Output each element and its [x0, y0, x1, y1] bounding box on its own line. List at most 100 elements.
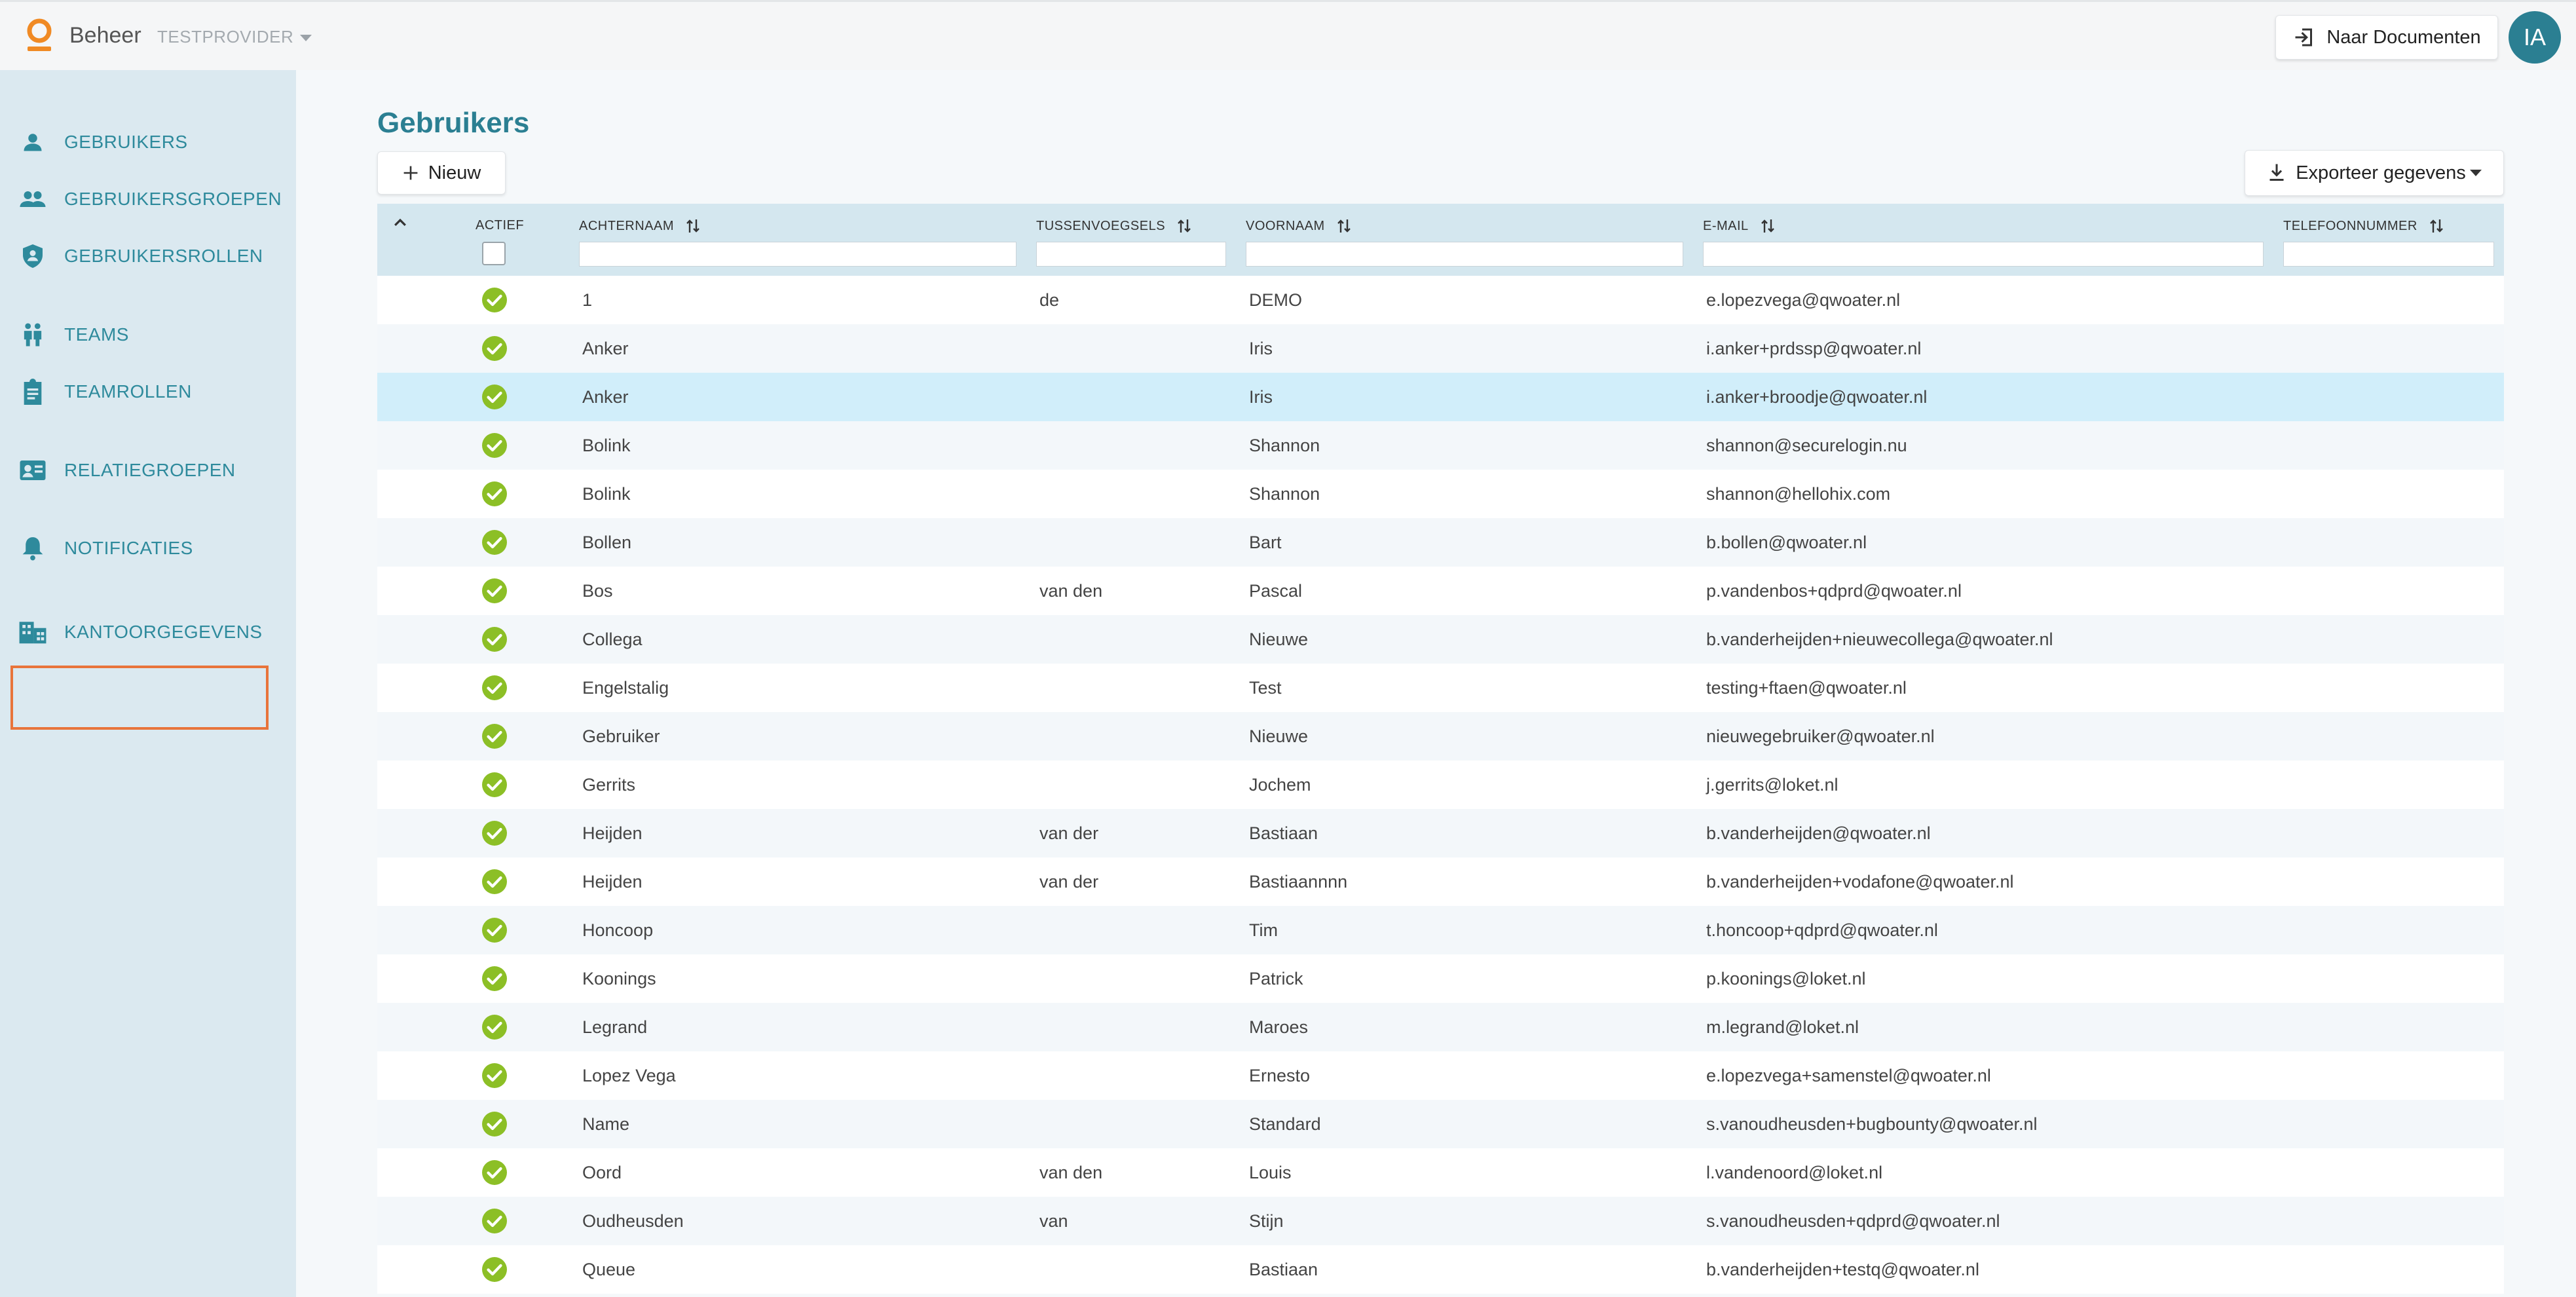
achternaam-filter-input[interactable]: [579, 242, 1017, 267]
cell-tussenvoegsels: de: [1039, 290, 1060, 310]
table-row[interactable]: Gerrits Jochem j.gerrits@loket.nl: [377, 761, 2504, 809]
active-check-icon: [482, 675, 507, 700]
cell-email: nieuwegebruiker@qwoater.nl: [1706, 726, 1935, 746]
table-row[interactable]: Bos van den Pascal p.vandenbos+qdprd@qwoate…: [377, 567, 2504, 615]
table-row[interactable]: Gebruiker Nieuwe nieuwegebruiker@qwoater.n…: [377, 712, 2504, 761]
table-row[interactable]: Heijden van der Bastiaan b.vanderheijden@qw…: [377, 809, 2504, 857]
cell-voornaam: Bastiaan: [1249, 1259, 1318, 1279]
active-check-icon: [482, 1063, 507, 1088]
naar-documenten-button[interactable]: Naar Documenten: [2275, 15, 2498, 60]
active-check-icon: [482, 578, 507, 603]
table-row[interactable]: 1 de DEMO e.lopezvega@qwoater.nl: [377, 276, 2504, 324]
column-telefoonnummer[interactable]: TELEFOONNUMMER: [2283, 218, 2444, 234]
export-button[interactable]: Exporteer gegevens: [2245, 150, 2504, 196]
avatar[interactable]: IA: [2509, 11, 2561, 64]
new-button[interactable]: Nieuw: [377, 151, 506, 195]
sidebar-item-gebruikersgroepen[interactable]: GEBRUIKERSGROEPEN: [0, 179, 296, 219]
table-row[interactable]: Lopez Vega Ernesto e.lopezvega+samenstel@q…: [377, 1051, 2504, 1100]
collapse-chevron-up-icon[interactable]: [392, 214, 409, 231]
cell-voornaam: Patrick: [1249, 968, 1303, 988]
cell-achternaam: Engelstalig: [582, 677, 669, 698]
team-icon: [18, 320, 47, 349]
table-row[interactable]: Honcoop Tim t.honcoop+qdprd@qwoater.nl: [377, 906, 2504, 954]
cell-email: b.vanderheijden+nieuwecollega@qwoater.nl: [1706, 629, 2053, 649]
column-title: TELEFOONNUMMER: [2283, 218, 2417, 233]
column-title: ACTIEF: [476, 218, 525, 233]
tussenvoegsels-filter-input[interactable]: [1036, 242, 1226, 267]
provider-dropdown[interactable]: TESTPROVIDER: [157, 27, 312, 47]
column-achternaam[interactable]: ACHTERNAAM: [579, 218, 700, 234]
cell-email: e.lopezvega+samenstel@qwoater.nl: [1706, 1065, 1991, 1085]
cell-voornaam: Standard: [1249, 1114, 1321, 1134]
sidebar-item-teams[interactable]: TEAMS: [0, 315, 296, 354]
sidebar-item-relatiegroepen[interactable]: RELATIEGROEPEN: [0, 451, 296, 490]
cell-voornaam: Jochem: [1249, 774, 1311, 795]
cell-email: s.vanoudheusden+bugbounty@qwoater.nl: [1706, 1114, 2038, 1134]
sort-icon: [2429, 219, 2443, 233]
sidebar-item-label: RELATIEGROEPEN: [64, 460, 236, 480]
sidebar-item-gebruikersrollen[interactable]: GEBRUIKERSROLLEN: [0, 236, 296, 276]
table-row[interactable]: Oord van den Louis l.vandenoord@loket.nl: [377, 1148, 2504, 1197]
active-check-icon: [482, 1209, 507, 1233]
chevron-down-icon: [300, 35, 312, 42]
email-filter-input[interactable]: [1703, 242, 2264, 267]
cell-voornaam: Pascal: [1249, 580, 1303, 601]
table-row[interactable]: Oudheusden van Stijn s.vanoudheusden+qdprd@…: [377, 1197, 2504, 1245]
column-title: VOORNAAM: [1246, 218, 1325, 233]
user-icon: [18, 128, 47, 157]
cell-email: shannon@securelogin.nu: [1706, 435, 1907, 455]
cell-email: j.gerrits@loket.nl: [1706, 774, 1839, 795]
active-check-icon: [482, 1160, 507, 1185]
sidebar-item-label: TEAMROLLEN: [64, 381, 192, 402]
cell-tussenvoegsels: van den: [1039, 1162, 1103, 1182]
app-title: Beheer: [69, 23, 141, 48]
table-row[interactable]: Collega Nieuwe b.vanderheijden+nieuwecolle…: [377, 615, 2504, 664]
cell-email: i.anker+broodje@qwoater.nl: [1706, 386, 1928, 407]
column-actief[interactable]: ACTIEF: [476, 218, 524, 233]
table-row[interactable]: Anker Iris i.anker+prdssp@qwoater.nl: [377, 324, 2504, 373]
table-body: 1 de DEMO e.lopezvega@qwoater.nl Anker Iris i.…: [377, 276, 2504, 1294]
export-button-label: Exporteer gegevens: [2296, 162, 2466, 183]
column-title: ACHTERNAAM: [579, 218, 675, 233]
cell-voornaam: Nieuwe: [1249, 726, 1309, 746]
table-row[interactable]: Heijden van der Bastiaannnn b.vanderheijden…: [377, 857, 2504, 906]
cell-voornaam: DEMO: [1249, 290, 1302, 310]
cell-achternaam: Collega: [582, 629, 643, 649]
table-row[interactable]: Legrand Maroes m.legrand@loket.nl: [377, 1003, 2504, 1051]
column-tussenvoegsels[interactable]: TUSSENVOEGSELS: [1036, 218, 1191, 234]
cell-voornaam: Shannon: [1249, 483, 1320, 504]
table-row[interactable]: Queue Bastiaan b.vanderheijden+testq@qwoat…: [377, 1245, 2504, 1294]
voornaam-filter-input[interactable]: [1246, 242, 1683, 267]
user-group-icon: [18, 185, 47, 214]
sidebar-item-kantoorgegevens[interactable]: KANTOORGEGEVENS: [0, 612, 296, 652]
sidebar-item-gebruikers[interactable]: GEBRUIKERS: [0, 122, 296, 162]
column-email[interactable]: E-MAIL: [1703, 218, 1775, 234]
cell-email: e.lopezvega@qwoater.nl: [1706, 290, 1901, 310]
column-title: TUSSENVOEGSELS: [1036, 218, 1166, 233]
cell-voornaam: Bastiaannnn: [1249, 871, 1348, 892]
cell-achternaam: Queue: [582, 1259, 636, 1279]
table-row[interactable]: Anker Iris i.anker+broodje@qwoater.nl: [377, 373, 2504, 421]
sidebar-item-notificaties[interactable]: NOTIFICATIES: [0, 529, 296, 568]
sort-icon: [686, 219, 700, 233]
active-check-icon: [482, 1015, 507, 1040]
table-row[interactable]: Koonings Patrick p.koonings@loket.nl: [377, 954, 2504, 1003]
sidebar-item-teamrollen[interactable]: TEAMROLLEN: [0, 372, 296, 411]
table-row[interactable]: Name Standard s.vanoudheusden+bugbounty@qw…: [377, 1100, 2504, 1148]
cell-achternaam: Honcoop: [582, 920, 654, 940]
telefoonnummer-filter-input[interactable]: [2283, 242, 2494, 267]
table-row[interactable]: Bolink Shannon shannon@hellohix.com: [377, 470, 2504, 518]
actief-filter-checkbox[interactable]: [482, 242, 506, 265]
cell-voornaam: Nieuwe: [1249, 629, 1309, 649]
cell-achternaam: Bolink: [582, 435, 631, 455]
cell-voornaam: Ernesto: [1249, 1065, 1311, 1085]
table-row[interactable]: Engelstalig Test testing+ftaen@qwoater.nl: [377, 664, 2504, 712]
column-voornaam[interactable]: VOORNAAM: [1246, 218, 1351, 234]
app-logo-icon[interactable]: [25, 15, 54, 54]
cell-email: b.bollen@qwoater.nl: [1706, 532, 1867, 552]
cell-voornaam: Test: [1249, 677, 1282, 698]
table-row[interactable]: Bollen Bart b.bollen@qwoater.nl: [377, 518, 2504, 567]
building-icon: [18, 618, 47, 647]
active-check-icon: [482, 966, 507, 991]
table-row[interactable]: Bolink Shannon shannon@securelogin.nu: [377, 421, 2504, 470]
